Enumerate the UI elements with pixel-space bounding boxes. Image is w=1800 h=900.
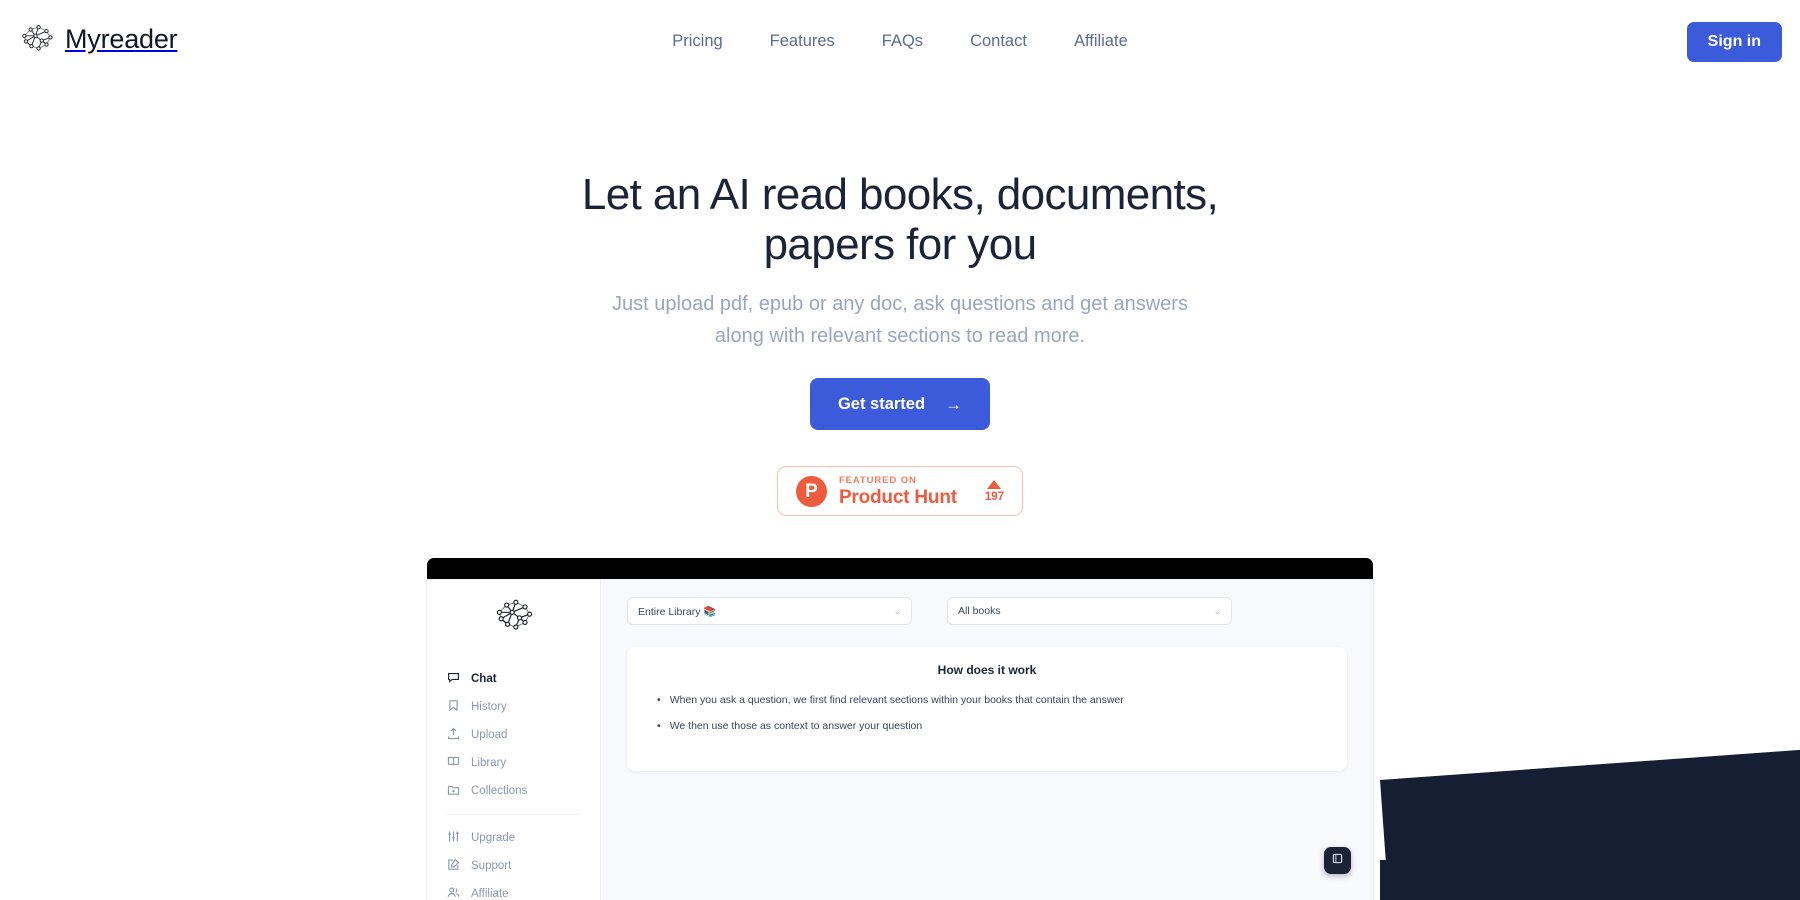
- product-hunt-container: P FEATURED ON Product Hunt 197: [0, 466, 1800, 516]
- chat-bubble-icon: [447, 671, 460, 687]
- upvote-group: 197: [984, 479, 1005, 503]
- sliders-icon: [447, 830, 460, 846]
- upvote-triangle-icon: [987, 479, 1002, 489]
- sidebar-item-affiliate[interactable]: Affiliate: [447, 880, 600, 900]
- sidebar-item-label: Upgrade: [471, 832, 516, 844]
- list-item: • When you ask a question, we first find…: [649, 693, 1325, 707]
- nav-link-contact[interactable]: Contact: [970, 32, 1027, 51]
- product-hunt-icon: P: [795, 475, 827, 507]
- app-sidebar-logo[interactable]: [427, 594, 600, 643]
- sidebar-item-label: Affiliate: [471, 888, 509, 900]
- featured-on-label: FEATURED ON: [838, 474, 917, 486]
- book-square-icon: [1331, 852, 1344, 870]
- nav-link-affiliate[interactable]: Affiliate: [1074, 32, 1128, 51]
- sidebar-item-label: Collections: [471, 785, 528, 797]
- cta-container: Get started →: [0, 378, 1800, 430]
- arrow-right-icon: →: [945, 394, 963, 414]
- book-square-button[interactable]: [1324, 847, 1351, 874]
- sidebar-item-label: History: [471, 701, 507, 713]
- landing-page: Myreader Pricing Features FAQs Contact A…: [0, 0, 1800, 900]
- list-item-text: When you ask a question, we first find r…: [669, 694, 1124, 706]
- upvote-count: 197: [984, 490, 1005, 503]
- browser-chrome-bar: [427, 558, 1373, 580]
- library-select[interactable]: Entire Library 📚 ⌄: [627, 597, 912, 625]
- main-nav: Pricing Features FAQs Contact Affiliate: [0, 0, 1800, 82]
- page-title: Let an AI read books, documents, papers …: [581, 170, 1219, 269]
- edit-square-icon: [447, 858, 460, 874]
- sidebar-item-history[interactable]: History: [447, 693, 600, 721]
- chevron-down-icon: ⌄: [893, 605, 901, 616]
- product-hunt-badge[interactable]: P FEATURED ON Product Hunt 197: [776, 466, 1024, 516]
- sidebar-divider: [447, 814, 580, 815]
- nav-link-pricing[interactable]: Pricing: [672, 32, 722, 51]
- nav-link-faqs[interactable]: FAQs: [882, 32, 923, 51]
- app-main-panel: Entire Library 📚 ⌄ All books ⌄ How does …: [601, 580, 1373, 900]
- sidebar-item-chat[interactable]: Chat: [447, 665, 600, 693]
- how-it-works-card: How does it work • When you ask a questi…: [627, 647, 1347, 771]
- sidebar-item-upgrade[interactable]: Upgrade: [447, 824, 600, 852]
- library-select-value: Entire Library 📚: [638, 605, 717, 618]
- books-select[interactable]: All books ⌄: [947, 597, 1232, 625]
- list-item-text: We then use those as context to answer y…: [669, 720, 923, 732]
- list-item: • We then use those as context to answer…: [649, 719, 1325, 733]
- app-screenshot-mockup: Chat History Upload Library Collections …: [427, 558, 1373, 900]
- sidebar-item-collections[interactable]: Collections: [447, 777, 600, 805]
- folder-plus-icon: [447, 783, 460, 799]
- sidebar-item-label: Upload: [471, 729, 508, 741]
- product-hunt-text: FEATURED ON Product Hunt: [839, 475, 957, 508]
- sidebar-item-label: Chat: [471, 673, 497, 685]
- site-header: Myreader Pricing Features FAQs Contact A…: [0, 0, 1800, 82]
- bookmark-icon: [447, 699, 460, 715]
- hero-subtitle: Just upload pdf, epub or any doc, ask qu…: [612, 293, 1188, 347]
- network-graph-icon: [492, 594, 536, 643]
- filter-row: Entire Library 📚 ⌄ All books ⌄: [627, 597, 1347, 625]
- get-started-button[interactable]: Get started →: [809, 378, 991, 430]
- open-book-icon: [447, 755, 460, 771]
- users-icon: [447, 886, 460, 900]
- product-hunt-name: Product Hunt: [838, 486, 957, 508]
- card-title: How does it work: [937, 663, 1037, 677]
- sidebar-item-label: Support: [471, 860, 512, 872]
- sidebar-item-support[interactable]: Support: [447, 852, 600, 880]
- app-sidebar-primary-list: Chat History Upload Library Collections …: [427, 665, 600, 900]
- get-started-label: Get started: [837, 394, 926, 413]
- chevron-down-icon: ⌄: [1213, 605, 1221, 616]
- app-sidebar: Chat History Upload Library Collections …: [427, 580, 601, 900]
- bullet-icon: •: [657, 694, 661, 706]
- sidebar-item-label: Library: [471, 757, 507, 769]
- sign-in-button[interactable]: Sign in: [1686, 22, 1782, 62]
- nav-link-features[interactable]: Features: [770, 32, 835, 51]
- app-window: Chat History Upload Library Collections …: [427, 580, 1373, 900]
- upload-icon: [447, 727, 460, 743]
- sidebar-item-library[interactable]: Library: [447, 749, 600, 777]
- sidebar-item-upload[interactable]: Upload: [447, 721, 600, 749]
- navy-fill-block: [1380, 860, 1800, 900]
- bullet-icon: •: [657, 720, 661, 732]
- books-select-value: All books: [958, 605, 1001, 617]
